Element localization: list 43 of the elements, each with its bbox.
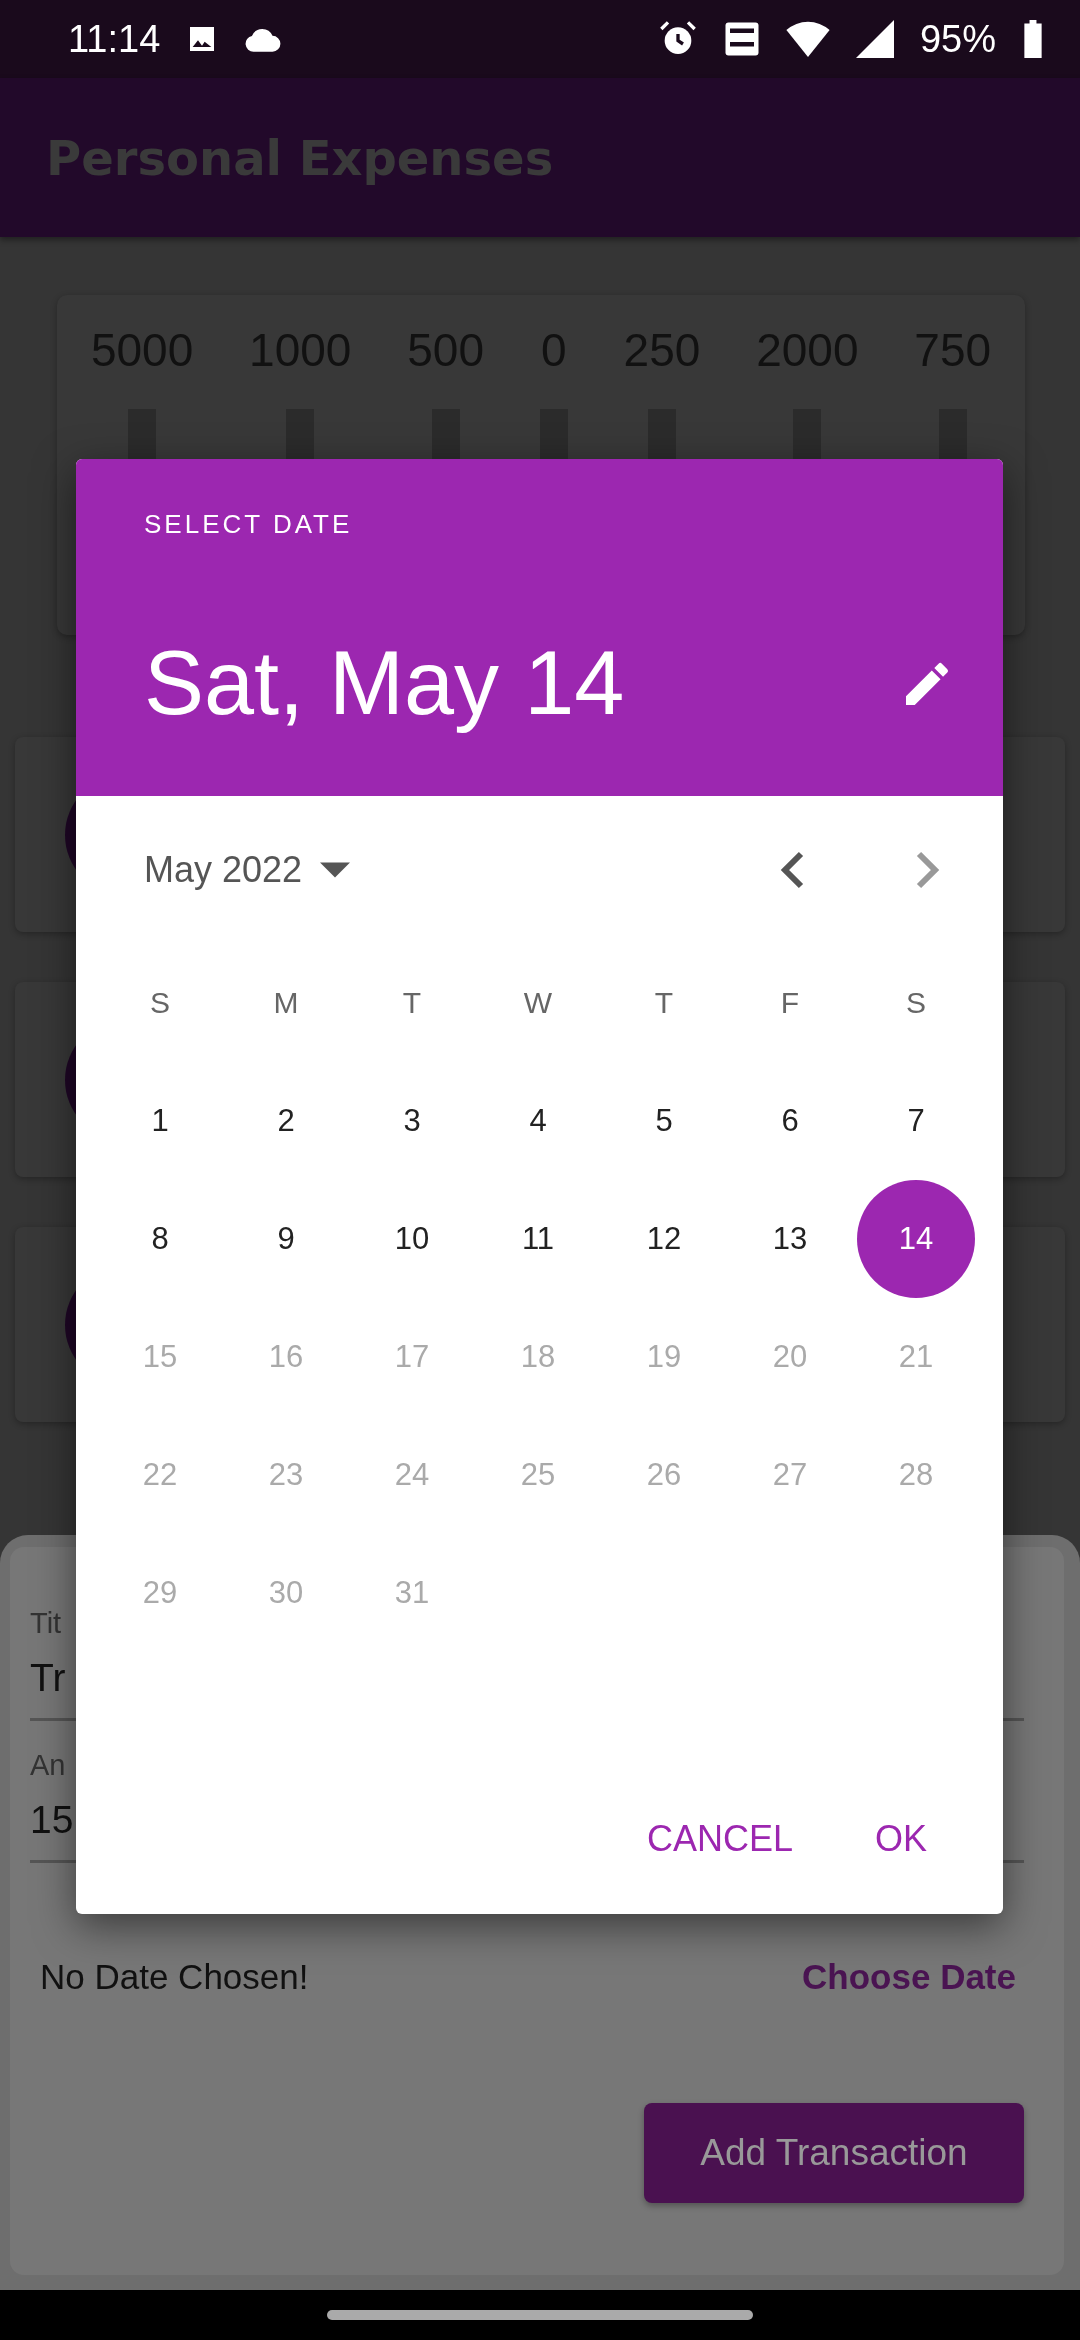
calendar-day[interactable]: 7 [857, 1062, 975, 1180]
calendar-day[interactable]: 8 [101, 1180, 219, 1298]
month-selector[interactable]: May 2022 [144, 849, 351, 891]
calendar-day[interactable]: 5 [605, 1062, 723, 1180]
chevron-left-icon [779, 850, 805, 890]
field-label: An [30, 1749, 66, 1782]
calendar-day[interactable]: 9 [227, 1180, 345, 1298]
weekday-label: T [654, 986, 674, 1020]
calendar-day[interactable]: 2 [227, 1062, 345, 1180]
weekday-label: T [402, 986, 422, 1020]
battery-icon [1022, 20, 1044, 58]
field-label: Tit [30, 1607, 62, 1640]
calendar-day[interactable]: 1 [101, 1062, 219, 1180]
calendar-day[interactable]: 12 [605, 1180, 723, 1298]
calendar-day[interactable]: 13 [731, 1180, 849, 1298]
calendar-day[interactable]: 3 [353, 1062, 471, 1180]
title-input[interactable]: Tr [30, 1656, 66, 1700]
clock-time: 11:14 [68, 17, 161, 61]
volte-icon [723, 21, 760, 57]
calendar-day[interactable]: 6 [731, 1062, 849, 1180]
dialog-heading: SELECT DATE [144, 509, 353, 540]
dropdown-icon [320, 862, 351, 878]
weekday-label: W [523, 986, 553, 1020]
weekday-label: S [906, 986, 926, 1020]
choose-date-button[interactable]: Choose Date [802, 1957, 1016, 1997]
add-transaction-button[interactable]: Add Transaction [644, 2103, 1024, 2203]
calendar-day[interactable]: 10 [353, 1180, 471, 1298]
chevron-right-icon [915, 850, 941, 890]
date-status: No Date Chosen! [40, 1957, 309, 1997]
signal-icon [855, 20, 894, 58]
amount-input[interactable]: 15 [30, 1798, 74, 1842]
weekday-label: S [150, 986, 170, 1020]
wifi-icon [785, 21, 830, 57]
cloud-icon [244, 26, 283, 52]
dialog-button[interactable]: OK [849, 1802, 953, 1876]
calendar-day[interactable]: 14 [857, 1180, 975, 1298]
dialog-button[interactable]: CANCEL [620, 1802, 819, 1876]
calendar-day[interactable]: 11 [479, 1180, 597, 1298]
weekday-label: M [273, 986, 299, 1020]
battery-percentage: 95% [919, 17, 996, 61]
weekday-label: F [780, 986, 800, 1020]
calendar-day[interactable]: 4 [479, 1062, 597, 1180]
selected-date: Sat, May 14 [144, 632, 625, 735]
